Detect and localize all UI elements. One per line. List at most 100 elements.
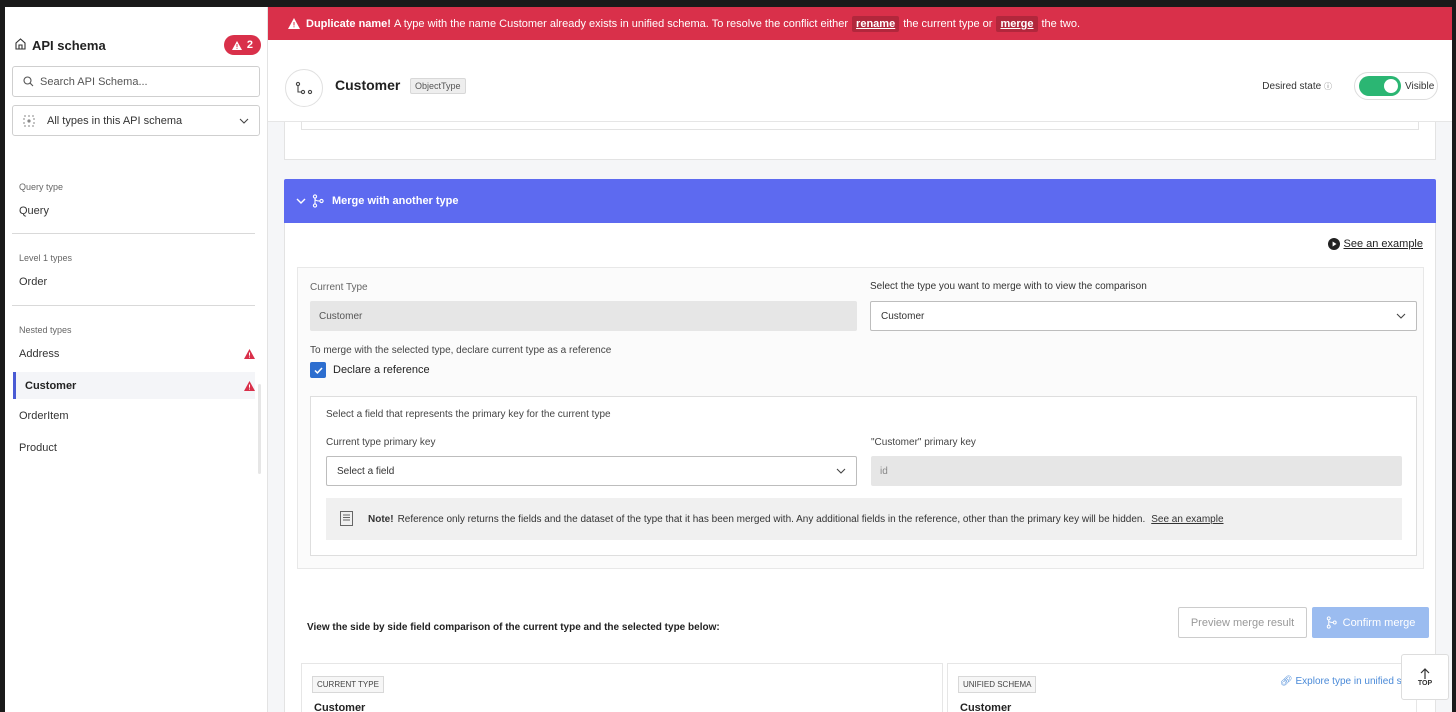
sidebar-title: API schema <box>32 37 106 53</box>
declare-reference-checkbox-row[interactable]: Declare a reference <box>310 362 430 378</box>
warning-icon <box>231 40 242 50</box>
rename-link[interactable]: rename <box>852 15 900 32</box>
type-name: Customer <box>335 77 401 93</box>
explore-type-text: Explore type in unified sche <box>1295 676 1418 687</box>
merge-section-header[interactable]: Merge with another type <box>284 179 1436 223</box>
check-icon <box>313 366 323 374</box>
note-label: Note! <box>368 513 394 525</box>
search-icon <box>23 76 34 87</box>
merge-icon <box>312 194 324 208</box>
previous-section-card <box>284 122 1436 160</box>
info-icon[interactable]: ⓘ <box>1324 82 1332 91</box>
primary-key-panel: Select a field that represents the prima… <box>310 396 1417 556</box>
warning-icon <box>288 18 300 29</box>
current-pk-placeholder: Select a field <box>337 465 395 477</box>
error-count: 2 <box>246 39 253 51</box>
sidebar-item-address[interactable]: Address <box>19 348 255 360</box>
current-pk-select[interactable]: Select a field <box>326 456 857 486</box>
warning-icon <box>244 380 255 391</box>
error-count-badge[interactable]: 2 <box>223 35 261 55</box>
sidebar-item-label: Product <box>19 442 57 454</box>
unified-type-name: Customer <box>960 702 1012 712</box>
type-kind-tag: ObjectType <box>410 78 466 94</box>
divider <box>12 305 255 306</box>
alert-title: Duplicate name! <box>306 17 391 30</box>
chevron-down-icon <box>836 468 846 474</box>
merge-target-label: Select the type you want to merge with t… <box>870 281 1147 292</box>
current-type-label: Current Type <box>310 282 368 293</box>
merge-target-select[interactable]: Customer <box>870 301 1417 331</box>
app-frame: API schema 2 All types in this API schem… <box>5 7 1452 712</box>
chevron-down-icon <box>239 118 249 124</box>
declare-reference-label: Declare a reference <box>333 364 430 376</box>
desired-state-text: Desired state <box>1262 81 1322 92</box>
sidebar: API schema 2 All types in this API schem… <box>5 7 268 712</box>
declare-reference-checkbox[interactable] <box>310 362 326 378</box>
see-example-text: See an example <box>1343 238 1424 250</box>
sidebar-header: API schema 2 <box>15 35 261 55</box>
sidebar-item-customer[interactable]: Customer <box>13 372 255 399</box>
current-type-column: CURRENT TYPE Customer <box>301 663 943 712</box>
sidebar-item-label: Query <box>19 205 49 217</box>
top-label: TOP <box>1417 679 1433 687</box>
section-label-level1: Level 1 types <box>19 253 73 263</box>
current-type-tag: CURRENT TYPE <box>312 676 384 693</box>
chevron-down-icon <box>296 198 306 204</box>
note-text: Reference only returns the fields and th… <box>397 513 1146 525</box>
search-box[interactable] <box>12 66 260 97</box>
link-icon: 🔗︎ <box>1280 676 1293 687</box>
other-pk-field: id <box>871 456 1402 486</box>
sidebar-item-order[interactable]: Order <box>19 276 255 288</box>
scroll-to-top-button[interactable]: TOP <box>1401 654 1449 700</box>
sidebar-item-label: OrderItem <box>19 410 69 422</box>
merge-link[interactable]: merge <box>996 15 1038 32</box>
sidebar-item-orderitem[interactable]: OrderItem <box>19 410 255 422</box>
visibility-toggle[interactable]: Visible <box>1354 72 1438 100</box>
alert-message: the current type or <box>903 17 993 30</box>
object-type-icon <box>285 69 323 107</box>
current-pk-label: Current type primary key <box>326 437 436 448</box>
unified-schema-column: UNIFIED SCHEMA Customer 🔗︎ Explore type … <box>947 663 1418 712</box>
confirm-merge-label: Confirm merge <box>1342 616 1416 629</box>
merge-config-panel: Current Type Customer Select the type yo… <box>297 267 1424 569</box>
alert-message: the two. <box>1041 17 1081 30</box>
sidebar-item-query[interactable]: Query <box>19 205 255 217</box>
divider <box>12 233 255 234</box>
sidebar-item-label: Order <box>19 276 48 288</box>
alert-message: A type with the name Customer already ex… <box>393 17 849 30</box>
arrow-up-icon <box>1420 667 1430 679</box>
merge-target-value: Customer <box>881 310 925 322</box>
explore-type-link[interactable]: 🔗︎ Explore type in unified sche <box>1280 676 1418 687</box>
pk-prompt: Select a field that represents the prima… <box>326 409 611 420</box>
main-content: Duplicate name! A type with the name Cus… <box>268 7 1452 712</box>
reference-note: Note! Reference only returns the fields … <box>326 498 1402 540</box>
other-pk-label: "Customer" primary key <box>871 437 976 448</box>
current-type-name: Customer <box>314 702 366 712</box>
unified-schema-tag: UNIFIED SCHEMA <box>958 676 1037 693</box>
play-icon <box>1327 238 1340 250</box>
merge-section-body: See an example Current Type Customer Sel… <box>284 223 1436 712</box>
toggle-switch[interactable] <box>1359 76 1401 96</box>
section-label-nested: Nested types <box>19 325 72 335</box>
desired-state-label: Desired state ⓘ <box>1262 81 1332 92</box>
type-filter-select[interactable]: All types in this API schema <box>12 105 260 136</box>
section-label-query: Query type <box>19 182 64 192</box>
comparison-prompt: View the side by side field comparison o… <box>307 622 720 633</box>
sidebar-scrollbar[interactable] <box>258 384 261 474</box>
search-input[interactable] <box>40 75 240 88</box>
sidebar-item-product[interactable]: Product <box>19 442 255 454</box>
chevron-down-icon <box>1396 313 1406 319</box>
see-example-link[interactable]: See an example <box>1327 238 1424 250</box>
filter-label: All types in this API schema <box>47 114 183 127</box>
merge-icon <box>1326 616 1337 629</box>
schema-icon <box>15 37 26 53</box>
merge-section-title: Merge with another type <box>332 195 459 207</box>
confirm-merge-button[interactable]: Confirm merge <box>1312 607 1429 638</box>
preview-merge-button[interactable]: Preview merge result <box>1178 607 1307 638</box>
duplicate-name-alert: Duplicate name! A type with the name Cus… <box>268 7 1452 40</box>
note-see-example-link[interactable]: See an example <box>1151 514 1223 525</box>
sidebar-item-label: Customer <box>25 379 77 392</box>
type-header: Customer ObjectType Desired state ⓘ Visi… <box>268 40 1452 122</box>
reference-hint: To merge with the selected type, declare… <box>310 345 612 356</box>
warning-icon <box>244 349 255 359</box>
